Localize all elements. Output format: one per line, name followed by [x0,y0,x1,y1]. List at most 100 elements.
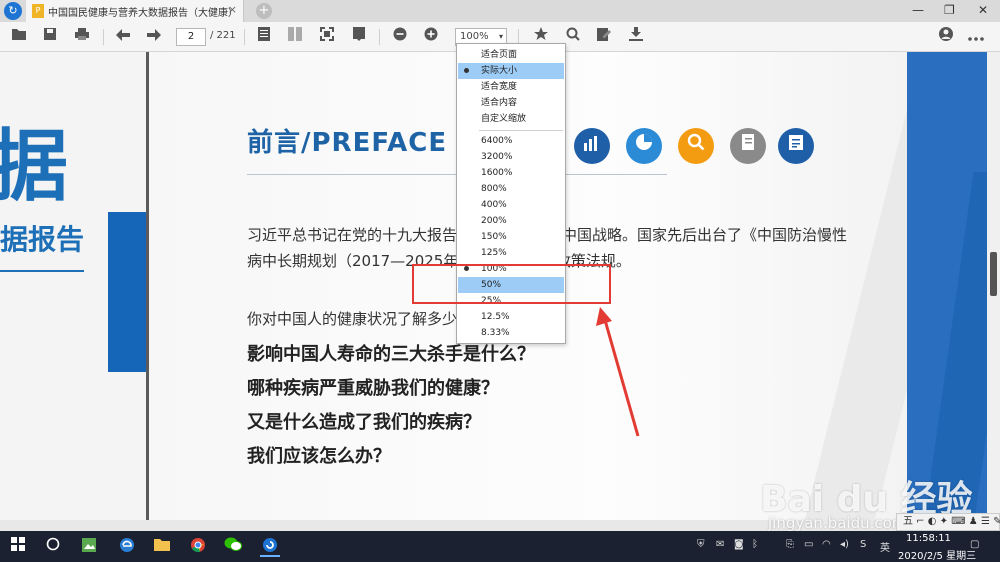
document-tab-title: 中国国民健康与营养大数据报告（大健康） [48,8,238,19]
clock-time[interactable]: 11:58:11 [906,533,951,544]
previous-page-heading: 据 [0,122,69,212]
menu-item-label: 6400% [481,136,513,146]
page-title: 前言/PREFACE [247,128,448,158]
fit-screen-icon[interactable] [317,27,337,47]
usb-device-icon[interactable]: ⎘ [786,539,794,550]
volume-icon[interactable]: ◂) [840,539,849,550]
zoom-out-icon[interactable] [390,27,410,47]
previous-page: 据 据报告 [0,52,146,520]
zoom-menu-400[interactable]: 400% [458,197,564,213]
baidu-watermark-url: jingyan.baidu.com [768,514,907,532]
security-app-icon[interactable]: ◙ [734,539,744,550]
restore-button[interactable]: ❐ [944,3,955,17]
security-shield-icon[interactable]: ⛨ [697,539,705,550]
print-icon[interactable] [72,27,92,47]
zoom-menu-200[interactable]: 200% [458,213,564,229]
wechat-icon[interactable] [223,537,243,557]
menu-item-label: 12.5% [481,312,510,322]
double-page-icon[interactable] [285,27,305,47]
battery-icon[interactable]: ▭ [804,539,813,550]
zoom-menu-12-5[interactable]: 12.5% [458,309,564,325]
magnifier-icon [678,128,714,164]
zoom-menu-3200[interactable]: 3200% [458,149,564,165]
image-app-icon[interactable] [79,537,99,557]
zoom-menu-1600[interactable]: 1600% [458,165,564,181]
menu-item-label: 适合页面 [481,50,518,60]
previous-page-icon[interactable] [113,27,133,47]
menu-item-label: 400% [481,200,507,210]
menu-item-label: 自定义缩放 [481,114,527,124]
windows-start-icon[interactable] [8,537,28,557]
task-view-icon[interactable] [43,537,63,557]
selected-dot-icon [464,68,469,73]
menu-item-label: 8.33% [481,328,510,338]
zoom-menu-actual-size[interactable]: 实际大小 [458,63,564,79]
question-item: 哪种疾病严重威胁我们的健康？ [247,378,499,399]
user-account-icon[interactable] [936,27,956,47]
pdf-file-icon: P [32,4,44,18]
zoom-menu-fit-content[interactable]: 适合内容 [458,95,564,111]
wifi-icon[interactable]: ◠ [822,539,831,550]
zoom-menu-fit-page[interactable]: 适合页面 [458,47,564,63]
zoom-menu-800[interactable]: 800% [458,181,564,197]
menu-item-label: 实际大小 [481,66,518,76]
clock-date[interactable]: 2020/2/5 星期三 [898,547,976,562]
zoom-menu-150[interactable]: 150% [458,229,564,245]
single-page-icon[interactable] [254,27,274,47]
zoom-in-icon[interactable] [421,27,441,47]
search-icon[interactable] [563,27,583,47]
menu-item-label: 150% [481,232,507,242]
toolbar-separator [244,29,245,45]
document-tab[interactable]: P 中国国民健康与营养大数据报告（大健康） × [26,0,244,22]
download-icon[interactable] [626,27,646,47]
app-logo-icon[interactable]: ↻ [4,2,22,20]
previous-page-blue-bar [108,212,146,372]
next-page-icon[interactable] [144,27,164,47]
menu-separator [479,130,563,131]
menu-item-label: 3200% [481,152,513,162]
edge-browser-icon[interactable] [117,537,137,557]
bluetooth-icon[interactable]: ᛒ [752,539,758,550]
previous-page-rule [0,270,84,272]
input-method-icon[interactable]: S [860,539,866,550]
zoom-level-value: 100% [460,31,489,42]
more-options-icon[interactable] [966,27,986,47]
ime-toolbar[interactable]: 五 ⌐ ◐ ✦ ⌨ ♟ ☰ ✎ [896,513,1000,531]
annotation-highlight-box [412,264,611,304]
save-icon[interactable] [40,27,60,47]
vertical-scrollbar[interactable] [987,52,1000,520]
tab-close-icon[interactable]: × [228,3,237,16]
previous-page-subheading: 据报告 [0,223,85,256]
ime-chinese-icon[interactable]: 英 [880,539,890,554]
chrome-browser-icon[interactable] [188,537,208,557]
menu-item-label: 800% [481,184,507,194]
minimize-button[interactable]: — [912,3,924,17]
menu-item-label: 125% [481,248,507,258]
close-window-button[interactable]: ✕ [978,3,988,17]
toolbar-separator [103,29,104,45]
zoom-menu-fit-width[interactable]: 适合宽度 [458,79,564,95]
open-folder-icon[interactable] [9,27,29,47]
zoom-menu-125[interactable]: 125% [458,245,564,261]
file-explorer-icon[interactable] [152,537,172,557]
menu-item-label: 适合宽度 [481,82,518,92]
page-number-input[interactable]: 2 [176,28,206,46]
menu-item-label: 1600% [481,168,513,178]
title-bar: ↻ P 中国国民健康与营养大数据报告（大健康） × + — ❐ ✕ [0,0,1000,22]
zoom-menu-6400[interactable]: 6400% [458,133,564,149]
page-total-label: / 221 [210,30,236,41]
pie-chart-icon [626,128,662,164]
notifications-icon[interactable]: ▢ [970,539,979,550]
menu-item-label: 200% [481,216,507,226]
annotate-icon[interactable] [594,27,614,47]
vertical-scroll-thumb[interactable] [990,252,997,296]
question-intro: 你对中国人的健康状况了解多少？ [247,310,473,328]
menu-item-label: 适合内容 [481,98,518,108]
clipboard-icon [778,128,814,164]
mail-icon[interactable]: ✉ [716,539,724,550]
zoom-menu-8-33[interactable]: 8.33% [458,325,564,341]
pdf-reader-taskbar-icon[interactable] [260,537,280,557]
new-tab-button[interactable]: + [256,3,272,19]
zoom-menu-custom[interactable]: 自定义缩放 [458,111,564,127]
bookmark-page-icon[interactable] [349,27,369,47]
